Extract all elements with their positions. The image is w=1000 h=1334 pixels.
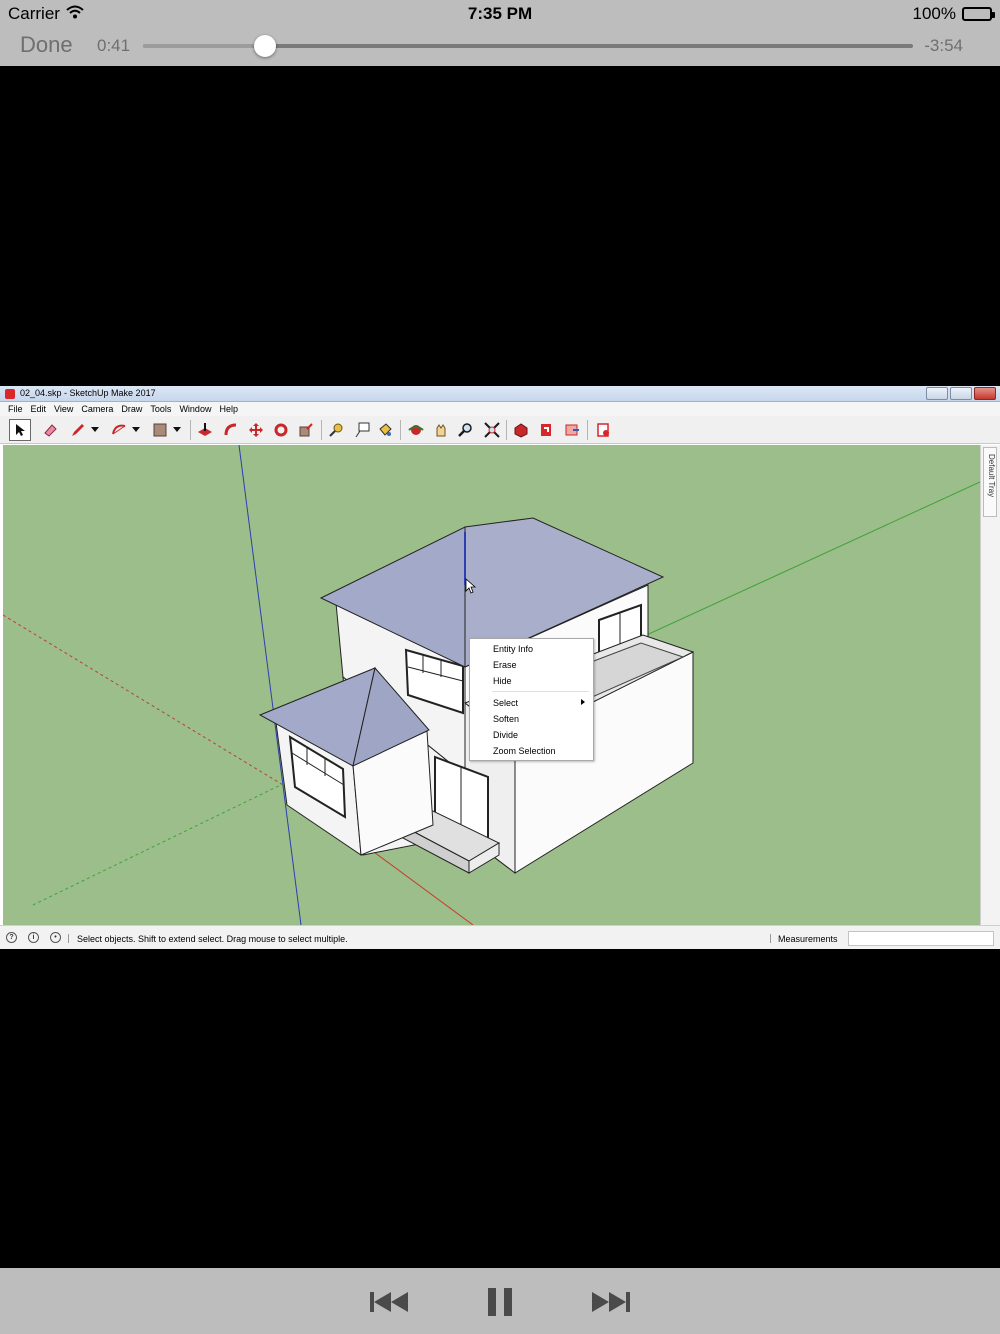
tray-label: Default Tray — [987, 454, 996, 498]
video-frame[interactable]: 02_04.skp - SketchUp Make 2017 File Edit… — [0, 386, 1000, 949]
toolbar-divider — [321, 420, 322, 440]
skip-forward-icon[interactable] — [585, 1282, 635, 1322]
scrubber-progress — [143, 44, 265, 48]
toolbar-divider — [506, 420, 507, 440]
context-menu-entity-info[interactable]: Entity Info — [493, 644, 533, 654]
toolbar-divider — [190, 420, 191, 440]
extension-manager-icon[interactable] — [592, 419, 614, 441]
app-toolbar — [0, 416, 1000, 444]
user-icon[interactable]: • — [50, 932, 61, 943]
app-status-bar: ? i • Select objects. Shift to extend se… — [0, 925, 1000, 949]
context-menu-hide[interactable]: Hide — [493, 676, 512, 686]
status-right: 100% — [912, 4, 995, 24]
tape-measure-tool-icon[interactable] — [325, 419, 347, 441]
arc-tool-icon[interactable] — [108, 419, 130, 441]
menu-help[interactable]: Help — [215, 402, 242, 416]
remaining-time: -3:54 — [924, 36, 963, 55]
text-tool-icon[interactable] — [351, 419, 373, 441]
paint-bucket-tool-icon[interactable] — [374, 419, 396, 441]
model-viewport[interactable]: Entity Info Erase Hide Select Soften Div… — [3, 445, 980, 925]
select-tool-icon[interactable] — [9, 419, 31, 441]
rectangle-tool-icon[interactable] — [149, 419, 171, 441]
default-tray: Default Tray — [980, 445, 1000, 925]
context-menu-erase[interactable]: Erase — [493, 660, 517, 670]
context-menu-divide[interactable]: Divide — [493, 730, 518, 740]
player-top-bar: Carrier 7:35 PM 100% Done 0:41 -3:54 — [0, 0, 1000, 66]
playback-scrubber[interactable] — [143, 35, 913, 57]
battery-icon — [962, 7, 995, 21]
player-bottom-bar — [0, 1268, 1000, 1334]
app-title-bar: 02_04.skp - SketchUp Make 2017 — [0, 386, 1000, 402]
submenu-arrow-icon — [581, 699, 585, 705]
blue-axis-solid — [238, 445, 302, 925]
context-menu-soften[interactable]: Soften — [493, 714, 519, 724]
context-menu-select[interactable]: Select — [493, 698, 518, 708]
sketchup-logo-icon — [5, 389, 15, 399]
chevron-down-icon[interactable] — [129, 419, 143, 441]
rotate-tool-icon[interactable] — [270, 419, 292, 441]
done-button[interactable]: Done — [20, 32, 73, 58]
zoom-tool-icon[interactable] — [455, 419, 477, 441]
context-menu: Entity Info Erase Hide Select Soften Div… — [469, 638, 594, 761]
send-to-layout-icon[interactable] — [561, 419, 583, 441]
chevron-down-icon[interactable] — [88, 419, 102, 441]
orbit-tool-icon[interactable] — [405, 419, 427, 441]
credits-icon[interactable]: i — [28, 932, 39, 943]
push-pull-tool-icon[interactable] — [194, 419, 216, 441]
minimize-icon[interactable] — [926, 387, 948, 400]
chevron-down-icon[interactable] — [170, 419, 184, 441]
close-icon[interactable] — [974, 387, 996, 400]
green-axis-solid — [602, 481, 980, 656]
restore-icon[interactable] — [950, 387, 972, 400]
menu-tools[interactable]: Tools — [146, 402, 175, 416]
context-menu-divider — [492, 691, 589, 692]
menu-camera[interactable]: Camera — [77, 402, 117, 416]
red-axis-dashed — [3, 614, 284, 786]
3d-warehouse-icon[interactable] — [510, 419, 532, 441]
clock: 7:35 PM — [467, 4, 533, 23]
menu-window[interactable]: Window — [175, 402, 215, 416]
skip-back-icon[interactable] — [365, 1282, 415, 1322]
scale-tool-icon[interactable] — [295, 419, 317, 441]
geo-location-icon[interactable]: ? — [6, 932, 17, 943]
context-menu-zoom-selection[interactable]: Zoom Selection — [493, 746, 556, 756]
default-tray-tab[interactable]: Default Tray — [983, 447, 997, 517]
menu-edit[interactable]: Edit — [27, 402, 51, 416]
follow-me-tool-icon[interactable] — [220, 419, 242, 441]
menu-file[interactable]: File — [4, 402, 27, 416]
toolbar-divider — [587, 420, 588, 440]
extension-warehouse-icon[interactable] — [535, 419, 557, 441]
toolbar-divider — [400, 420, 401, 440]
scrubber-thumb[interactable] — [253, 35, 276, 57]
status-divider — [770, 934, 771, 943]
menu-view[interactable]: View — [50, 402, 77, 416]
pause-icon[interactable] — [475, 1282, 525, 1322]
measurements-label: Measurements — [778, 934, 838, 944]
measurements-input[interactable] — [848, 931, 994, 946]
zoom-extents-tool-icon[interactable] — [481, 419, 503, 441]
menu-draw[interactable]: Draw — [117, 402, 146, 416]
window-title: 02_04.skp - SketchUp Make 2017 — [20, 388, 156, 398]
battery-percent: 100% — [912, 4, 956, 23]
app-menu-bar: File Edit View Camera Draw Tools Window … — [0, 402, 1000, 416]
pan-tool-icon[interactable] — [430, 419, 452, 441]
pencil-tool-icon[interactable] — [67, 419, 89, 441]
eraser-tool-icon[interactable] — [39, 419, 61, 441]
status-message: Select objects. Shift to extend select. … — [77, 934, 348, 944]
move-tool-icon[interactable] — [245, 419, 267, 441]
status-divider — [68, 934, 69, 943]
elapsed-time: 0:41 — [97, 36, 131, 55]
